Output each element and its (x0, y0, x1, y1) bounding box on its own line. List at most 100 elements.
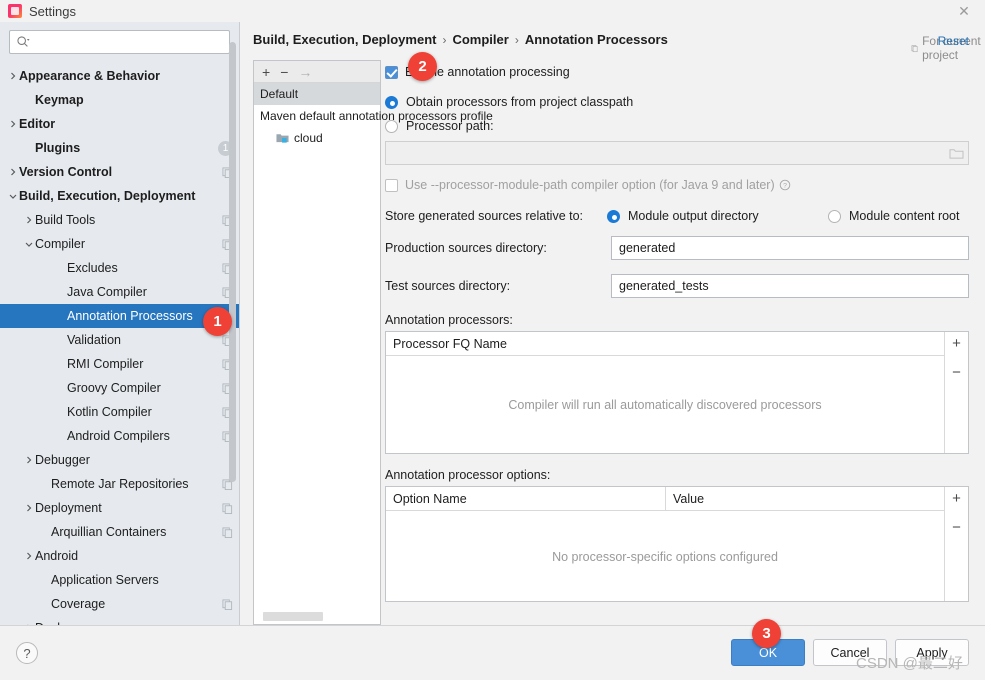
enable-annotation-processing-checkbox[interactable] (385, 65, 398, 79)
sidebar-item-remote-jar-repositories[interactable]: Remote Jar Repositories (0, 472, 239, 496)
sidebar-item-label: Remote Jar Repositories (51, 477, 189, 491)
module-list-item[interactable]: Default (254, 83, 380, 105)
sidebar-item-application-servers[interactable]: Application Servers (0, 568, 239, 592)
remove-module-button[interactable]: − (280, 64, 288, 80)
search-box[interactable] (9, 30, 230, 54)
sidebar-item-deployment[interactable]: Deployment (0, 496, 239, 520)
sidebar-item-validation[interactable]: Validation (0, 328, 239, 352)
breadcrumb-item-0[interactable]: Build, Execution, Deployment (253, 32, 436, 47)
sidebar-item-android[interactable]: Android (0, 544, 239, 568)
sidebar-item-arquillian-containers[interactable]: Arquillian Containers (0, 520, 239, 544)
column-header-processor-fq-name[interactable]: Processor FQ Name (386, 332, 944, 355)
breadcrumb-item-1[interactable]: Compiler (452, 32, 508, 47)
module-list-item[interactable]: cloud (254, 127, 380, 149)
processor-path-radio[interactable] (385, 119, 398, 133)
move-module-button[interactable]: → (298, 64, 312, 80)
processor-module-path-checkbox[interactable] (385, 178, 398, 192)
chevron-right-icon[interactable] (22, 550, 35, 563)
sidebar-item-kotlin-compiler[interactable]: Kotlin Compiler (0, 400, 239, 424)
search-input[interactable] (32, 32, 212, 52)
annotation-processor-options-section: Annotation processor options: Option Nam… (385, 468, 969, 602)
module-output-directory-radio[interactable] (607, 209, 620, 223)
processor-path-input[interactable] (385, 141, 969, 165)
obtain-from-classpath-radio[interactable] (385, 95, 398, 109)
module-list-item[interactable]: Maven default annotation processors prof… (254, 105, 493, 127)
add-module-button[interactable]: + (262, 64, 270, 80)
breadcrumb-separator: › (442, 32, 447, 47)
test-sources-label: Test sources directory: (385, 279, 511, 293)
remove-option-button[interactable]: − (952, 519, 961, 536)
sidebar-item-appearance-behavior[interactable]: Appearance & Behavior (0, 64, 239, 88)
sidebar-item-label: Coverage (51, 597, 106, 611)
chevron-down-icon[interactable] (6, 190, 19, 203)
annotation-badge-2: 2 (408, 52, 437, 81)
apply-button[interactable]: Apply (895, 639, 969, 666)
sidebar-scrollbar[interactable] (229, 42, 236, 482)
production-sources-input[interactable]: generated (611, 236, 969, 260)
sidebar-item-debugger[interactable]: Debugger (0, 448, 239, 472)
add-processor-button[interactable]: + (952, 335, 961, 352)
module-icon (276, 132, 289, 144)
folder-browse-icon[interactable] (949, 147, 964, 160)
production-sources-value: generated (619, 241, 676, 255)
processor-path-row[interactable]: Processor path: (385, 115, 969, 137)
sidebar-item-groovy-compiler[interactable]: Groovy Compiler (0, 376, 239, 400)
breadcrumb-item-2[interactable]: Annotation Processors (525, 32, 668, 47)
sidebar-item-android-compilers[interactable]: Android Compilers (0, 424, 239, 448)
chevron-right-icon[interactable] (6, 166, 19, 179)
sidebar-item-java-compiler[interactable]: Java Compiler (0, 280, 239, 304)
copy-settings-icon[interactable] (222, 502, 233, 514)
sidebar-item-editor[interactable]: Editor (0, 112, 239, 136)
remove-processor-button[interactable]: − (952, 364, 961, 381)
processor-module-path-row[interactable]: Use --processor-module-path compiler opt… (385, 175, 969, 195)
annotation-processor-options-table: Option Name Value No processor-specific … (385, 486, 969, 602)
obtain-from-classpath-row[interactable]: Obtain processors from project classpath (385, 91, 969, 113)
sidebar-item-plugins[interactable]: Plugins 1 (0, 136, 239, 160)
sidebar-item-label: Android Compilers (67, 429, 170, 443)
sidebar-item-rmi-compiler[interactable]: RMI Compiler (0, 352, 239, 376)
enable-annotation-processing-row[interactable]: Enable annotation processing (385, 62, 969, 82)
annotation-processors-label: Annotation processors: (385, 313, 513, 327)
test-sources-input[interactable]: generated_tests (611, 274, 969, 298)
sidebar-item-excludes[interactable]: Excludes (0, 256, 239, 280)
sidebar-item-docker[interactable]: Docker (0, 616, 239, 625)
chevron-right-icon[interactable] (6, 70, 19, 83)
module-list-hscrollbar[interactable] (255, 612, 379, 623)
column-header-option-name[interactable]: Option Name (386, 487, 665, 510)
chevron-right-icon[interactable] (22, 502, 35, 515)
sidebar-item-label: Version Control (19, 165, 113, 179)
column-header-value[interactable]: Value (665, 487, 944, 510)
sidebar-item-compiler[interactable]: Compiler (0, 232, 239, 256)
add-option-button[interactable]: + (952, 490, 961, 507)
module-list-hscrollbar-thumb[interactable] (263, 612, 323, 621)
sidebar-item-build-tools[interactable]: Build Tools (0, 208, 239, 232)
copy-settings-icon[interactable] (222, 526, 233, 538)
reset-link[interactable]: Reset (938, 34, 969, 48)
sidebar-item-label: Excludes (67, 261, 118, 275)
help-button[interactable]: ? (16, 642, 38, 664)
chevron-down-icon[interactable] (22, 238, 35, 251)
chevron-right-icon[interactable] (6, 118, 19, 131)
chevron-right-icon[interactable] (22, 214, 35, 227)
sidebar-item-build-execution-deployment[interactable]: Build, Execution, Deployment (0, 184, 239, 208)
module-list-item-label: Default (260, 87, 299, 101)
module-content-root-label: Module content root (849, 209, 960, 223)
sidebar-item-coverage[interactable]: Coverage (0, 592, 239, 616)
chevron-right-icon[interactable] (22, 454, 35, 467)
copy-settings-icon[interactable] (222, 598, 233, 610)
store-generated-sources-row: Store generated sources relative to: Mod… (385, 209, 969, 223)
processor-module-path-label: Use --processor-module-path compiler opt… (405, 178, 775, 192)
cancel-button[interactable]: Cancel (813, 639, 887, 666)
help-circle-icon[interactable]: ? (779, 179, 791, 191)
module-content-root-radio[interactable] (828, 209, 841, 223)
sidebar-item-label: Deployment (35, 501, 102, 515)
sidebar-item-version-control[interactable]: Version Control (0, 160, 239, 184)
sidebar-item-label: Build, Execution, Deployment (19, 189, 196, 203)
sidebar-item-label: Keymap (35, 93, 84, 107)
close-icon[interactable]: ✕ (953, 2, 975, 20)
sidebar-item-keymap[interactable]: Keymap (0, 88, 239, 112)
